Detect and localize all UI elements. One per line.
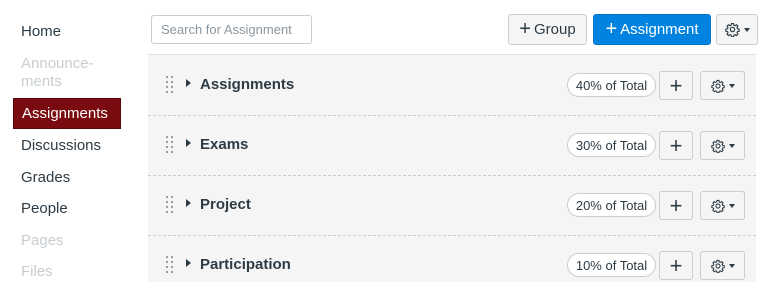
group-settings-content [710,259,735,273]
plus-icon: + [669,72,683,98]
nav-item-files: Files [21,263,53,280]
expand-caret-icon[interactable] [186,199,191,207]
nav-item-announcements: Announce- ments [21,55,94,91]
drag-handle-icon[interactable] [166,256,174,273]
drag-handle-icon[interactable] [166,136,174,153]
gear-icon [724,23,740,37]
expand-caret-icon[interactable] [186,79,191,87]
nav-item-pages: Pages [21,232,64,249]
group-title[interactable]: Participation [200,256,291,273]
expand-caret-icon[interactable] [186,139,191,147]
search-assignments-input[interactable]: Search for Assignment [151,15,312,44]
nav-item-discussions[interactable]: Discussions [21,137,101,155]
expand-caret-icon[interactable] [186,259,191,267]
gear-icon [710,79,725,93]
group-weight-badge: 40% of Total [567,73,656,97]
nav-item-grades[interactable]: Grades [21,169,70,187]
drag-handle-icon[interactable] [166,76,174,93]
nav-item-assignments[interactable]: Assignments [13,98,121,129]
add-group-button-label: Group [533,21,576,38]
plus-icon: + [669,252,683,278]
group-settings-button[interactable] [700,191,745,220]
assignment-group-row: Project 20% of Total + [148,175,756,235]
group-settings-button[interactable] [700,131,745,160]
gear-icon [710,139,725,153]
chevron-down-icon [728,263,735,268]
nav-item-announcements-line1: Announce- [21,55,94,72]
gear-icon [710,199,725,213]
group-title[interactable]: Project [200,196,251,213]
chevron-down-icon [728,203,735,208]
group-settings-content [710,199,735,213]
add-assignment-button[interactable]: + Assignment [593,14,711,45]
group-title[interactable]: Exams [200,136,248,153]
plus-icon: + [669,132,683,158]
group-settings-content [710,79,735,93]
chevron-down-icon [728,143,735,148]
group-title[interactable]: Assignments [200,76,294,93]
course-nav-sidebar: Home Announce- ments Assignments Discuss… [0,0,134,282]
assignment-group-list: Assignments 40% of Total + Exams 30% of … [148,54,756,282]
plus-icon: + [605,17,618,40]
group-weight-badge: 20% of Total [567,193,656,217]
add-group-button[interactable]: + Group [508,14,587,45]
assignment-group-row: Exams 30% of Total + [148,115,756,175]
nav-item-home[interactable]: Home [21,23,61,41]
nav-item-announcements-line2: ments [21,73,62,90]
nav-item-people[interactable]: People [21,200,68,218]
assignment-group-row: Participation 10% of Total + [148,235,756,282]
gear-icon [710,259,725,273]
group-weight-badge: 10% of Total [567,253,656,277]
assignment-group-row: Assignments 40% of Total + [148,55,756,115]
add-assignment-to-group-button[interactable]: + [659,131,693,160]
group-settings-button[interactable] [700,251,745,280]
chevron-down-icon [743,27,750,32]
plus-icon: + [519,17,531,40]
chevron-down-icon [728,83,735,88]
plus-icon: + [669,192,683,218]
add-assignment-to-group-button[interactable]: + [659,191,693,220]
group-settings-content [710,139,735,153]
settings-menu-button[interactable] [716,14,758,45]
group-weight-badge: 30% of Total [567,133,656,157]
add-assignment-button-label: Assignment [620,21,699,38]
group-settings-button[interactable] [700,71,745,100]
settings-menu-content [724,22,750,37]
drag-handle-icon[interactable] [166,196,174,213]
add-assignment-to-group-button[interactable]: + [659,251,693,280]
add-assignment-to-group-button[interactable]: + [659,71,693,100]
